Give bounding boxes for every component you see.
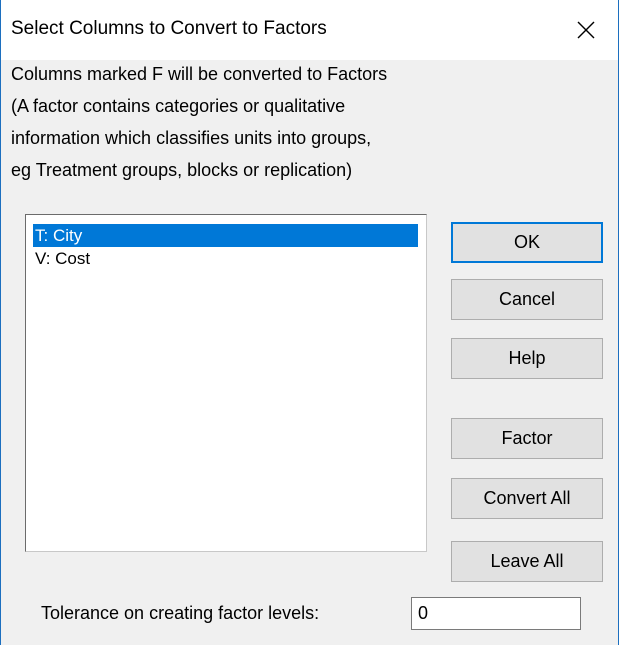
dialog-title: Select Columns to Convert to Factors <box>11 18 327 39</box>
title-bar: Select Columns to Convert to Factors <box>1 0 618 60</box>
convert-all-button[interactable]: Convert All <box>451 478 603 519</box>
list-item-cost[interactable]: V: Cost <box>33 247 418 270</box>
info-line-3: information which classifies units into … <box>11 128 372 148</box>
convert-factors-dialog: Select Columns to Convert to Factors Col… <box>0 0 619 645</box>
tolerance-label: Tolerance on creating factor levels: <box>41 603 320 623</box>
columns-listbox[interactable]: T: City V: Cost <box>25 214 427 552</box>
tolerance-input[interactable] <box>411 597 581 630</box>
close-x-icon <box>577 21 595 39</box>
factor-button[interactable]: Factor <box>451 418 603 459</box>
info-line-4: eg Treatment groups, blocks or replicati… <box>11 160 353 180</box>
ok-button[interactable]: OK <box>451 222 603 263</box>
cancel-button[interactable]: Cancel <box>451 279 603 320</box>
help-button[interactable]: Help <box>451 338 603 379</box>
close-button[interactable] <box>558 10 614 50</box>
info-line-2: (A factor contains categories or qualita… <box>11 96 346 116</box>
leave-all-button[interactable]: Leave All <box>451 541 603 582</box>
info-line-1: Columns marked F will be converted to Fa… <box>11 64 388 84</box>
list-item-city[interactable]: T: City <box>33 224 418 247</box>
